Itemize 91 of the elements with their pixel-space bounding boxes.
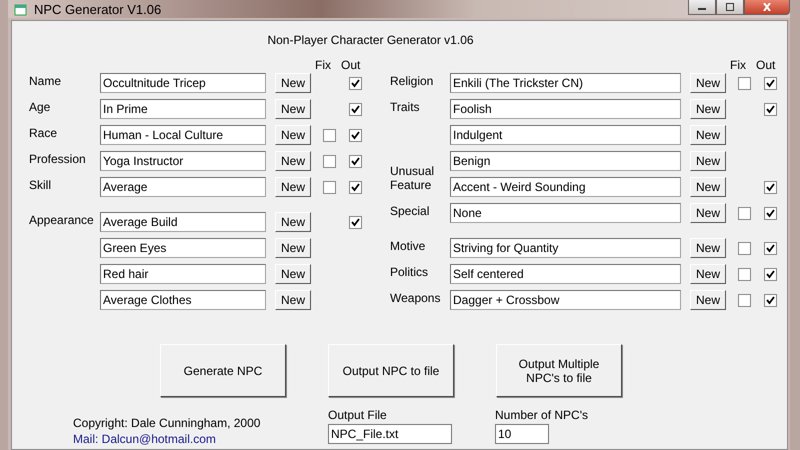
field-label: Special [390, 204, 430, 218]
new-button[interactable]: New [275, 177, 311, 197]
window-icon [14, 2, 28, 16]
maximize-button[interactable] [716, 0, 744, 15]
close-icon [762, 3, 772, 11]
field-label: Age [29, 100, 52, 114]
new-button[interactable]: New [275, 151, 311, 171]
checkbox[interactable] [323, 128, 336, 142]
checkbox[interactable] [738, 242, 751, 254]
new-button[interactable]: New [690, 264, 726, 284]
text-field[interactable]: 10 [495, 424, 549, 444]
text-field[interactable]: Red hair [100, 264, 266, 284]
text-field[interactable]: Indulgent [450, 125, 681, 145]
field-label: Politics [390, 265, 430, 279]
text-field[interactable]: NPC_File.txt [328, 424, 452, 444]
text-field[interactable]: Yoga Instructor [100, 151, 266, 171]
text-field[interactable]: Enkili (The Trickster CN) [450, 73, 681, 93]
new-button[interactable]: New [690, 238, 726, 258]
new-button[interactable]: New [690, 203, 726, 223]
checkbox[interactable] [738, 268, 751, 280]
new-button[interactable]: New [690, 125, 726, 145]
field-label: Unusual Feature [390, 164, 436, 192]
field-label: Number of NPC's [495, 408, 588, 422]
new-button[interactable]: New [690, 99, 726, 119]
checkbox[interactable] [764, 268, 777, 280]
field-label: Name [29, 74, 62, 88]
text-field[interactable]: Dagger + Crossbow [450, 290, 681, 310]
minimize-button[interactable] [688, 0, 716, 15]
text-field[interactable]: Green Eyes [100, 238, 266, 258]
field-label: Race [29, 126, 58, 140]
window-title: NPC Generator V1.06 [34, 2, 162, 16]
checkbox[interactable] [764, 242, 777, 254]
checkbox[interactable] [764, 180, 777, 194]
column-header: Out [756, 58, 776, 72]
text-field[interactable]: Accent - Weird Sounding [450, 177, 681, 197]
field-label: Traits [390, 100, 421, 114]
text-field[interactable]: Striving for Quantity [450, 238, 681, 258]
checkbox[interactable] [738, 76, 751, 90]
copyright-text: Copyright: Dale Cunningham, 2000 [73, 415, 262, 431]
new-button[interactable]: New [690, 73, 726, 93]
field-label: Output File [328, 408, 388, 422]
checkbox[interactable] [349, 180, 362, 194]
new-button[interactable]: New [690, 151, 726, 171]
checkbox[interactable] [323, 180, 336, 194]
new-button[interactable]: New [275, 290, 311, 310]
text-field[interactable]: Average [100, 177, 266, 197]
new-button[interactable]: New [275, 125, 311, 145]
new-button[interactable]: New [275, 264, 311, 284]
field-label: Profession [29, 152, 87, 166]
checkbox[interactable] [349, 216, 362, 228]
checkbox[interactable] [349, 76, 362, 90]
column-header: Fix [315, 58, 332, 72]
text-field[interactable]: None [450, 203, 681, 223]
field-label: Weapons [390, 291, 442, 305]
form-heading: Non-Player Character Generator v1.06 [266, 33, 475, 47]
text-field[interactable]: Self centered [450, 264, 681, 284]
column-header: Fix [730, 58, 747, 72]
close-button[interactable] [744, 0, 790, 15]
text-field[interactable]: Average Clothes [100, 290, 266, 310]
new-button[interactable]: New [690, 290, 726, 310]
text-field[interactable]: Average Build [100, 212, 266, 232]
checkbox[interactable] [323, 154, 336, 168]
checkbox[interactable] [764, 294, 777, 306]
checkbox[interactable] [349, 102, 362, 116]
text-field[interactable]: Human - Local Culture [100, 125, 266, 145]
checkbox[interactable] [764, 206, 777, 220]
text-field[interactable]: Occultnitude Tricep [100, 73, 266, 93]
new-button[interactable]: New [275, 212, 311, 232]
checkbox[interactable] [764, 76, 777, 90]
mail-text: Mail: Dalcun@hotmail.com [73, 431, 217, 447]
field-label: Skill [29, 178, 52, 192]
new-button[interactable]: New [275, 73, 311, 93]
field-label: Appearance [29, 213, 95, 227]
checkbox[interactable] [349, 128, 362, 142]
action-button[interactable]: Output Multiple NPC's to file [496, 344, 622, 397]
text-field[interactable]: Foolish [450, 99, 681, 119]
new-button[interactable]: New [275, 99, 311, 119]
new-button[interactable]: New [690, 177, 726, 197]
text-field[interactable]: Benign [450, 151, 681, 171]
new-button[interactable]: New [275, 238, 311, 258]
action-button[interactable]: Generate NPC [160, 344, 286, 397]
checkbox[interactable] [764, 102, 777, 116]
maximize-icon [725, 3, 735, 11]
checkbox[interactable] [738, 206, 751, 220]
text-field[interactable]: In Prime [100, 99, 266, 119]
checkbox[interactable] [738, 294, 751, 306]
action-button[interactable]: Output NPC to file [328, 344, 454, 397]
field-label: Motive [390, 239, 426, 253]
checkbox[interactable] [349, 154, 362, 168]
column-header: Out [341, 58, 362, 72]
field-label: Religion [390, 74, 434, 88]
